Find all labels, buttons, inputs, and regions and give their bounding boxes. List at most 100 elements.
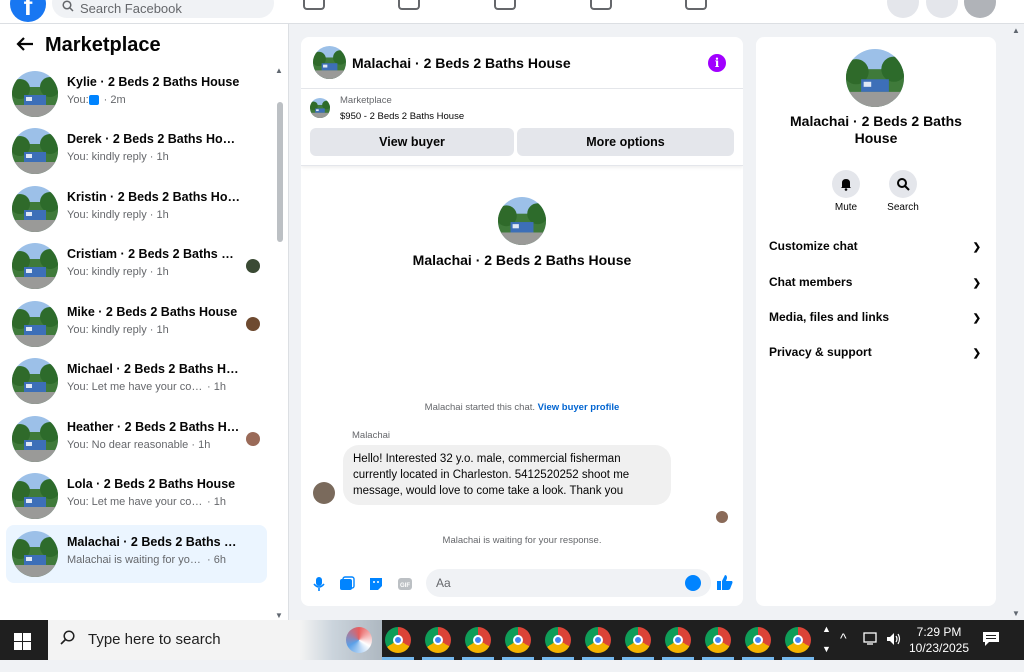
listing-thumbnail bbox=[12, 531, 58, 577]
sidebar-scrollbar[interactable]: ▲ ▼ bbox=[273, 66, 285, 620]
chrome-icon[interactable] bbox=[505, 627, 531, 653]
search-icon bbox=[60, 630, 76, 651]
chrome-icon[interactable] bbox=[625, 627, 651, 653]
microphone-icon[interactable] bbox=[311, 576, 327, 592]
chat-title[interactable]: Malachai · 2 Beds 2 Baths House bbox=[352, 55, 571, 71]
chrome-icon[interactable] bbox=[545, 627, 571, 653]
more-options-button[interactable]: More options bbox=[517, 128, 734, 156]
chrome-center-dot bbox=[473, 635, 483, 645]
conversation-name: Lola · 2 Beds 2 Baths House bbox=[67, 477, 236, 491]
conversation-preview: You: kindly reply · 1h bbox=[67, 151, 169, 163]
taskbar-search-box[interactable]: Type here to search bbox=[48, 620, 382, 660]
scroll-down-arrow-icon[interactable]: ▼ bbox=[1012, 609, 1020, 618]
chrome-icon[interactable] bbox=[465, 627, 491, 653]
sender-avatar[interactable] bbox=[313, 482, 335, 504]
video-icon[interactable] bbox=[494, 0, 516, 10]
windows-start-icon[interactable] bbox=[14, 633, 31, 650]
conversation-item[interactable]: Kristin · 2 Beds 2 Baths House You: kindl… bbox=[6, 180, 267, 238]
conversation-item[interactable]: Derek · 2 Beds 2 Baths House You: kindly … bbox=[6, 122, 267, 180]
chrome-icon[interactable] bbox=[385, 627, 411, 653]
account-avatar[interactable] bbox=[964, 0, 996, 18]
taskbar-scroll-buttons[interactable]: ▲ ▼ bbox=[820, 620, 834, 660]
listing-thumbnail[interactable] bbox=[310, 98, 330, 118]
conversation-name: Cristiam · 2 Beds 2 Baths Hou... bbox=[67, 247, 242, 261]
listing-avatar[interactable] bbox=[313, 46, 346, 79]
mute-button[interactable]: Mute bbox=[821, 170, 871, 213]
chevron-down-icon: ❯ bbox=[972, 348, 981, 359]
page-scrollbar[interactable]: ▲ ▼ bbox=[1010, 24, 1024, 620]
bell-icon bbox=[832, 170, 860, 198]
conversation-name: Mike · 2 Beds 2 Baths House bbox=[67, 305, 238, 319]
chevron-down-icon[interactable]: ▼ bbox=[822, 644, 831, 654]
message-input[interactable]: Aa bbox=[426, 569, 711, 597]
conversation-preview: You: Let me have your contact nu... · 1h bbox=[67, 381, 226, 393]
section-label: Chat members bbox=[769, 275, 853, 289]
facebook-logo[interactable]: f bbox=[10, 0, 46, 22]
chrome-icon[interactable] bbox=[745, 627, 771, 653]
chevron-up-icon[interactable]: ▲ bbox=[822, 624, 831, 634]
scroll-up-arrow-icon[interactable]: ▲ bbox=[275, 66, 283, 75]
conversation-item[interactable]: Kylie · 2 Beds 2 Baths House You: · 2m bbox=[6, 65, 267, 123]
chrome-icon[interactable] bbox=[705, 627, 731, 653]
scroll-up-arrow-icon[interactable]: ▲ bbox=[1012, 26, 1020, 35]
search-in-chat-button[interactable]: Search bbox=[878, 170, 928, 213]
chrome-center-dot bbox=[713, 635, 723, 645]
notifications-bell-icon[interactable] bbox=[926, 0, 958, 18]
chrome-center-dot bbox=[633, 635, 643, 645]
conversation-time: · 1h bbox=[204, 496, 227, 508]
menu-grid-icon[interactable] bbox=[887, 0, 919, 18]
snipping-tool-icon[interactable] bbox=[346, 627, 372, 653]
conversation-item[interactable]: Lola · 2 Beds 2 Baths House You: Let me h… bbox=[6, 467, 267, 525]
notifications-center-icon[interactable] bbox=[982, 631, 1000, 671]
chat-window: Malachai · 2 Beds 2 Baths House i Market… bbox=[301, 37, 743, 606]
chrome-center-dot bbox=[393, 635, 403, 645]
gif-icon[interactable]: GIF bbox=[397, 576, 413, 592]
show-hidden-icons-chevron-icon[interactable]: ^ bbox=[840, 630, 847, 670]
chrome-center-dot bbox=[673, 635, 683, 645]
thumbs-up-icon bbox=[88, 95, 99, 106]
chevron-down-icon: ❯ bbox=[972, 242, 981, 253]
svg-text:GIF: GIF bbox=[400, 583, 410, 589]
photo-icon[interactable] bbox=[339, 576, 355, 592]
thumbs-up-like-icon[interactable] bbox=[716, 573, 734, 596]
scrollbar-thumb[interactable] bbox=[277, 102, 283, 242]
chat-center-avatar bbox=[498, 197, 546, 245]
info-panel-avatar[interactable] bbox=[846, 49, 904, 107]
message-bubble[interactable]: Hello! Interested 32 y.o. male, commerci… bbox=[343, 445, 671, 505]
view-buyer-profile-link[interactable]: View buyer profile bbox=[538, 402, 620, 413]
chrome-center-dot bbox=[553, 635, 563, 645]
home-icon[interactable] bbox=[303, 0, 325, 10]
network-icon[interactable] bbox=[862, 632, 878, 672]
chrome-icon[interactable] bbox=[665, 627, 691, 653]
marketplace-chat-list: You: · 1mKylie · 2 Beds 2 Baths HouseYou… bbox=[0, 24, 289, 620]
conversation-item[interactable]: Mike · 2 Beds 2 Baths House You: kindly r… bbox=[6, 295, 267, 353]
taskbar-clock[interactable]: 7:29 PM 10/23/2025 bbox=[905, 624, 973, 656]
conversation-item[interactable]: Cristiam · 2 Beds 2 Baths Hou... You: kin… bbox=[6, 237, 267, 295]
chrome-icon[interactable] bbox=[425, 627, 451, 653]
conversation-item[interactable]: Michael · 2 Beds 2 Baths House You: Let m… bbox=[6, 352, 267, 410]
facebook-search-input[interactable]: Search Facebook bbox=[52, 0, 274, 18]
conversation-item[interactable]: Heather · 2 Beds 2 Baths House You: No de… bbox=[6, 410, 267, 468]
marketplace-icon[interactable] bbox=[590, 0, 612, 10]
chat-started-notice: Malachai started this chat. View buyer p… bbox=[301, 402, 743, 413]
listing-price-title[interactable]: $950 - 2 Beds 2 Baths House bbox=[340, 111, 464, 122]
back-arrow-icon[interactable] bbox=[16, 36, 34, 56]
view-buyer-button[interactable]: View buyer bbox=[310, 128, 514, 156]
chat-members-section[interactable]: Chat members ❯ bbox=[769, 275, 983, 295]
scroll-down-arrow-icon[interactable]: ▼ bbox=[275, 611, 283, 620]
started-text: Malachai started this chat. bbox=[424, 402, 536, 413]
conversation-item[interactable]: Malachai · 2 Beds 2 Baths House Malachai … bbox=[6, 525, 267, 583]
chrome-icon[interactable] bbox=[785, 627, 811, 653]
info-icon[interactable]: i bbox=[708, 54, 726, 72]
emoji-icon[interactable] bbox=[685, 575, 701, 591]
customize-chat-section[interactable]: Customize chat ❯ bbox=[769, 239, 983, 259]
volume-icon[interactable] bbox=[886, 632, 902, 672]
friends-icon[interactable] bbox=[398, 0, 420, 10]
chrome-icon[interactable] bbox=[585, 627, 611, 653]
sticker-icon[interactable] bbox=[368, 576, 384, 592]
privacy-support-section[interactable]: Privacy & support ❯ bbox=[769, 345, 983, 365]
preview-text: You: Let me have your contact nu... bbox=[67, 496, 204, 508]
media-files-links-section[interactable]: Media, files and links ❯ bbox=[769, 310, 983, 330]
gaming-icon[interactable] bbox=[685, 0, 707, 10]
listing-thumbnail bbox=[12, 416, 58, 462]
